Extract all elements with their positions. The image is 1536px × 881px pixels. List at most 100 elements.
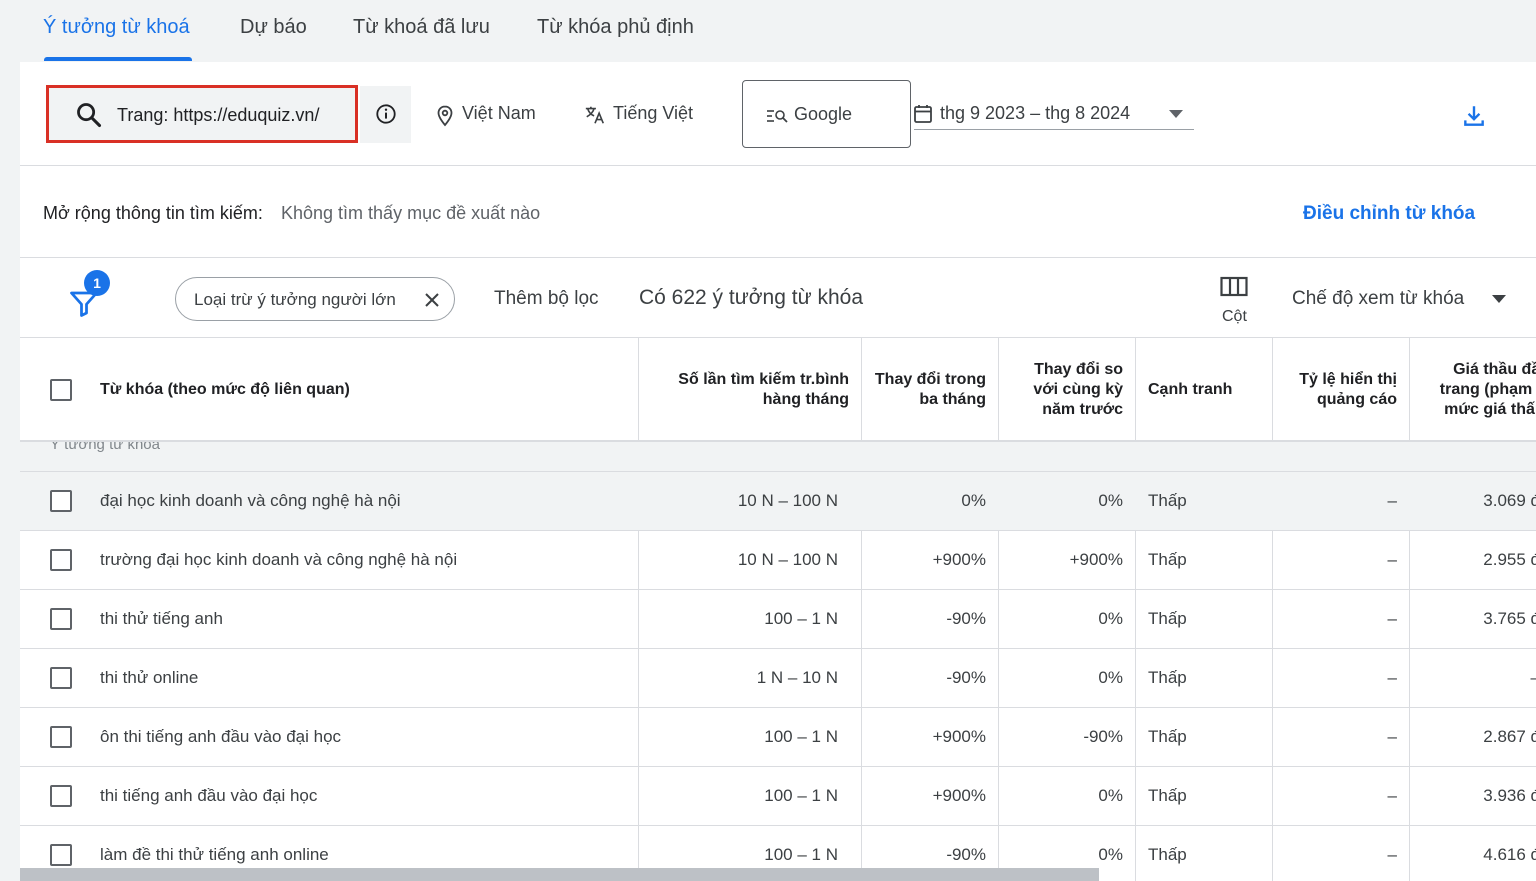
keyword-cell: thi thử tiếng anh [100, 609, 223, 628]
column-divider [1272, 338, 1273, 442]
column-divider [998, 338, 999, 442]
search-expansion-row: Mở rộng thông tin tìm kiếm: Không tìm th… [20, 166, 1536, 258]
avg-searches-cell: 10 N – 100 N [737, 550, 838, 569]
translate-icon [585, 106, 605, 124]
yoy-cell: +900% [1069, 550, 1123, 569]
impression-share-cell: – [1387, 786, 1397, 805]
filter-chip[interactable]: Loại trừ ý tưởng người lớn [175, 277, 455, 321]
horizontal-scrollbar[interactable] [20, 868, 1099, 881]
download-button[interactable] [1461, 103, 1487, 134]
table-row[interactable]: thi thử online 1 N – 10 N -90% 0% Thấp –… [20, 649, 1536, 708]
header-avg-searches[interactable]: Số lần tìm kiếm tr.bình hàng tháng [660, 338, 849, 442]
three-month-cell: 0% [961, 491, 986, 510]
three-month-cell: +900% [932, 727, 986, 746]
info-button[interactable] [360, 86, 411, 143]
header-top-bid-low-text: Giá thầu đầu trang (phạm vi mức giá thấp… [1439, 361, 1536, 418]
avg-searches-cell: 1 N – 10 N [756, 668, 838, 687]
columns-button[interactable]: Cột [1214, 272, 1258, 328]
info-icon [376, 104, 396, 124]
row-checkbox[interactable] [50, 667, 72, 689]
top-bid-value: 3.936 đ [1483, 786, 1536, 805]
three-month-cell: -90% [946, 609, 986, 628]
row-checkbox[interactable] [50, 549, 72, 571]
three-month-cell: +900% [932, 550, 986, 569]
row-checkbox[interactable] [50, 844, 72, 866]
impression-share-cell: – [1387, 609, 1397, 628]
avg-searches-cell: 100 – 1 N [764, 786, 838, 805]
top-bid-cell: – [1420, 649, 1536, 707]
filter-bar: 1 Loại trừ ý tưởng người lớn Thêm bộ lọc… [20, 258, 1536, 338]
impression-share-cell: – [1387, 727, 1397, 746]
header-impression-share[interactable]: Tỷ lệ hiển thị quảng cáo [1280, 338, 1397, 442]
table-row[interactable]: thi thử tiếng anh 100 – 1 N -90% 0% Thấp… [20, 590, 1536, 649]
impression-share-cell: – [1387, 668, 1397, 687]
competition-cell: Thấp [1148, 491, 1187, 510]
three-month-cell: +900% [932, 786, 986, 805]
close-icon[interactable] [424, 292, 440, 308]
top-bid-value: 2.867 đ [1483, 727, 1536, 746]
table-row[interactable]: ôn thi tiếng anh đầu vào đại học 100 – 1… [20, 708, 1536, 767]
location-pin-icon [437, 105, 453, 127]
keyword-cell: thi thử online [100, 668, 199, 687]
header-top-bid-low[interactable]: Giá thầu đầu trang (phạm vi mức giá thấp… [1420, 338, 1536, 442]
avg-searches-cell: 100 – 1 N [764, 727, 838, 746]
header-three-month-change[interactable]: Thay đổi trong ba tháng [865, 338, 986, 442]
row-checkbox[interactable] [50, 608, 72, 630]
keyword-cell: trường đại học kinh doanh và công nghệ h… [100, 550, 458, 569]
column-divider [861, 338, 862, 442]
table-header: Từ khóa (theo mức độ liên quan) Số lần t… [20, 338, 1536, 442]
expand-label: Mở rộng thông tin tìm kiếm: [43, 203, 263, 223]
table-row[interactable]: trường đại học kinh doanh và công nghệ h… [20, 531, 1536, 590]
competition-cell: Thấp [1148, 786, 1187, 805]
chevron-down-icon [1492, 295, 1506, 303]
top-bid-value: 3.069 đ [1483, 491, 1536, 510]
date-range-selector[interactable]: thg 9 2023 – thg 8 2024 [914, 94, 1194, 130]
three-month-cell: -90% [946, 668, 986, 687]
impression-share-cell: – [1387, 491, 1397, 510]
table-row[interactable]: đại học kinh doanh và công nghệ hà nội 1… [20, 472, 1536, 531]
top-bid-value: 3.765 đ [1483, 609, 1536, 628]
avg-searches-cell: 100 – 1 N [764, 609, 838, 628]
impression-share-cell: – [1387, 845, 1397, 864]
columns-label: Cột [1222, 308, 1247, 325]
date-range-label: thg 9 2023 – thg 8 2024 [940, 103, 1131, 123]
top-bid-cell: 3.765 đ [1420, 590, 1536, 648]
keyword-cell: đại học kinh doanh và công nghệ hà nội [100, 491, 401, 510]
calendar-icon [914, 105, 932, 123]
adjust-keywords-link[interactable]: Điều chỉnh từ khóa [1303, 203, 1475, 225]
yoy-cell: 0% [1098, 491, 1123, 510]
search-input[interactable]: Trang: https://eduquiz.vn/ [46, 85, 358, 143]
add-filter-button[interactable]: Thêm bộ lọc [494, 288, 599, 310]
network-selector[interactable]: Google [742, 80, 911, 148]
search-network-icon [767, 110, 788, 123]
keyword-cell: thi tiếng anh đầu vào đại học [100, 786, 318, 805]
top-bid-cell: 2.867 đ [1420, 708, 1536, 766]
tab-saved-keywords[interactable]: Từ khoá đã lưu [353, 16, 490, 39]
tab-keyword-ideas[interactable]: Ý tưởng từ khoá [43, 16, 190, 39]
select-all-checkbox[interactable] [50, 379, 72, 401]
chevron-down-icon [1169, 110, 1183, 118]
table-body: đại học kinh doanh và công nghệ hà nội 1… [20, 472, 1536, 881]
result-count: Có 622 ý tưởng từ khóa [639, 286, 864, 309]
column-divider [1135, 338, 1136, 442]
top-bid-cell: 3.069 đ [1420, 472, 1536, 530]
top-bid-cell: 3.936 đ [1420, 767, 1536, 825]
header-keyword[interactable]: Từ khóa (theo mức độ liên quan) [100, 338, 640, 442]
table-row[interactable]: thi tiếng anh đầu vào đại học 100 – 1 N … [20, 767, 1536, 826]
competition-cell: Thấp [1148, 845, 1187, 864]
row-checkbox[interactable] [50, 726, 72, 748]
top-bid-value: 4.616 đ [1483, 845, 1536, 864]
header-yoy-change[interactable]: Thay đổi so với cùng kỳ năm trước [1010, 338, 1123, 442]
network-label: Google [794, 104, 853, 124]
top-bid-cell: 2.955 đ [1420, 531, 1536, 589]
active-tab-indicator [44, 57, 192, 61]
impression-share-cell: – [1387, 550, 1397, 569]
view-mode-dropdown[interactable]: Chế độ xem từ khóa [1292, 288, 1506, 310]
row-checkbox[interactable] [50, 490, 72, 512]
yoy-cell: 0% [1098, 668, 1123, 687]
yoy-cell: -90% [1083, 727, 1123, 746]
row-checkbox[interactable] [50, 785, 72, 807]
header-competition[interactable]: Cạnh tranh [1148, 338, 1268, 442]
tab-forecast[interactable]: Dự báo [240, 16, 307, 39]
tab-negative-keywords[interactable]: Từ khóa phủ định [537, 16, 694, 39]
